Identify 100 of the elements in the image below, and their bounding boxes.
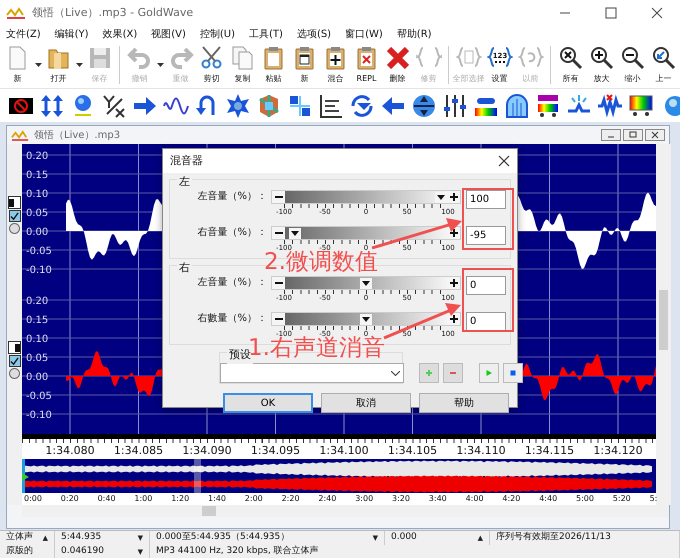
menu-item[interactable]: 效果(X)	[102, 26, 138, 42]
dialog-button[interactable]: 帮助	[419, 393, 509, 413]
chart-icon[interactable]	[318, 92, 344, 118]
time-label: 3:40	[428, 493, 447, 505]
restore-icon[interactable]	[623, 129, 643, 141]
close-icon[interactable]	[497, 154, 511, 168]
caret-icon[interactable]	[76, 63, 82, 67]
toolbar-button[interactable]: 新	[2, 42, 33, 88]
axis-label: 0.20	[26, 151, 48, 162]
axis-label: 0.15	[26, 315, 48, 326]
time-label: 4:00	[466, 493, 484, 505]
scrollbar-thumb[interactable]	[202, 506, 216, 516]
toolbar-button[interactable]: 复制	[227, 42, 258, 88]
horizontal-scrollbar[interactable]	[22, 505, 669, 517]
minus-icon[interactable]	[274, 282, 282, 284]
channel-toggle-icon[interactable]	[8, 341, 21, 354]
status-text: 立体声	[6, 531, 33, 544]
time-label: 5:	[650, 493, 658, 505]
menu-item[interactable]: 帮助(R)	[396, 26, 432, 42]
rainbow-icon[interactable]	[628, 92, 654, 118]
menu-item[interactable]: 控制(U)	[200, 26, 236, 42]
slider[interactable]	[271, 276, 461, 290]
toolbar-button[interactable]: 放大	[586, 42, 617, 88]
dialog-button[interactable]: 取消	[321, 393, 411, 413]
time-label: 2:00	[244, 493, 263, 505]
delete-icon	[384, 45, 410, 71]
channel-toggle-icon[interactable]	[8, 196, 21, 209]
time-label: 0:40	[98, 493, 116, 505]
crossed-lines-icon[interactable]	[101, 92, 127, 118]
vertical-scrollbar[interactable]	[656, 144, 671, 505]
cube-icon[interactable]	[256, 92, 282, 118]
remove-button[interactable]	[443, 363, 463, 383]
up-down-circle-icon[interactable]	[411, 92, 437, 118]
slider-thumb[interactable]	[435, 192, 447, 203]
channel-checkbox[interactable]	[8, 210, 20, 222]
axis-label: 0.15	[26, 170, 48, 181]
channel-radio[interactable]	[9, 368, 20, 379]
thumb-icon	[437, 195, 445, 200]
scrollbar-thumb[interactable]	[659, 290, 668, 350]
sliders-icon[interactable]	[442, 92, 468, 118]
add-icon	[426, 367, 432, 379]
slider[interactable]	[271, 312, 461, 326]
stop-button[interactable]	[503, 363, 523, 383]
close-icon[interactable]	[645, 129, 665, 141]
minus-icon[interactable]	[274, 232, 282, 234]
scissors-icon	[198, 45, 224, 71]
toolbar-button[interactable]: 混合	[320, 42, 351, 88]
toolbar-button[interactable]: 新	[289, 42, 320, 88]
caret-icon[interactable]	[34, 63, 42, 67]
plus-icon[interactable]	[450, 315, 458, 323]
value-field[interactable]: 0	[466, 312, 506, 331]
slider-thumb[interactable]	[360, 278, 372, 289]
minimize-icon[interactable]	[601, 129, 621, 141]
minus-icon[interactable]	[274, 318, 282, 320]
thumb-icon	[290, 231, 299, 236]
slider[interactable]	[271, 190, 461, 204]
menu-item[interactable]: 视图(V)	[151, 26, 186, 42]
toolbar-button[interactable]: 删除	[382, 42, 413, 88]
menu-item[interactable]: 窗口(W)	[345, 26, 383, 42]
value-field[interactable]: 0	[466, 276, 506, 295]
channel-checkbox[interactable]	[8, 355, 20, 367]
toolbar-button[interactable]: 上一	[648, 42, 679, 88]
plus-icon[interactable]	[450, 193, 458, 201]
toolbar-button[interactable]: 缩小	[617, 42, 648, 88]
circular-arrows-icon[interactable]	[349, 92, 375, 118]
toolbar-button[interactable]: 粘贴	[258, 42, 289, 88]
toolbar-button[interactable]: 所有	[555, 42, 586, 88]
value-field[interactable]: 100	[466, 190, 506, 209]
menu-item[interactable]: 选项(S)	[296, 26, 332, 42]
time-label: 1:34.095	[250, 443, 300, 459]
star-burst-icon[interactable]	[225, 92, 251, 118]
menu-item[interactable]: 编辑(Y)	[54, 26, 89, 42]
plus-icon[interactable]	[450, 279, 458, 287]
menu-item[interactable]: 工具(T)	[249, 26, 283, 42]
status-text: 0.000	[391, 531, 417, 544]
rainbow-cart-icon[interactable]	[535, 92, 561, 118]
arch-icon[interactable]	[504, 92, 530, 118]
toolbar-button[interactable]: 剪切	[196, 42, 227, 88]
channel-radio[interactable]	[9, 223, 20, 234]
toolbar-button[interactable]: REPL	[351, 42, 382, 88]
time-label: 3:00	[355, 493, 374, 505]
slider-thumb[interactable]	[288, 228, 301, 239]
toolbar-button[interactable]: 打开	[43, 42, 74, 88]
minus-icon[interactable]	[274, 196, 282, 198]
time-label: 1:34.080	[45, 443, 95, 459]
arrows-icon[interactable]	[39, 92, 65, 118]
time-label: 1:34.120	[593, 443, 643, 459]
time-label: 4:40	[539, 493, 558, 505]
dialog-button[interactable]: OK	[223, 393, 313, 413]
time-label: 1:34.085	[114, 443, 164, 459]
time-label: 1:20	[171, 493, 190, 505]
slider-thumb[interactable]	[360, 314, 372, 325]
status-text: 0.046190	[61, 545, 104, 558]
highlight-box	[462, 188, 514, 250]
time-label: 2:40	[318, 493, 336, 505]
wave-x-icon[interactable]	[597, 92, 623, 118]
menu-item[interactable]: 文件(Z)	[6, 26, 41, 42]
value-field[interactable]: -95	[466, 226, 506, 245]
slider[interactable]	[271, 226, 461, 240]
status-text: MP3 44100 Hz, 320 kbps, 联合立体声	[156, 545, 319, 558]
